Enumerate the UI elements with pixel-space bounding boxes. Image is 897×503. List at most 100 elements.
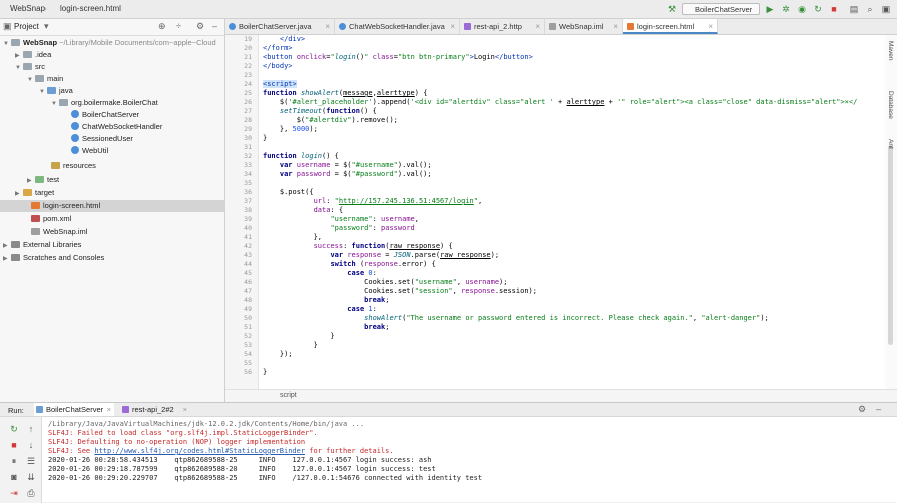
- tree-item[interactable]: pom.xml: [0, 213, 256, 225]
- nav-project[interactable]: WebSnap: [10, 4, 45, 13]
- line-number: 41: [244, 233, 252, 241]
- hide-icon[interactable]: –: [212, 21, 217, 31]
- console-line: 2020-01-26 00:29:20.229707 qtp862689588-…: [48, 474, 482, 483]
- search-everywhere-icon[interactable]: ⌕: [864, 3, 876, 15]
- chevron-down-icon[interactable]: ▾: [44, 21, 49, 32]
- tree-item[interactable]: ▼ WebSnap ~/Library/Mobile Documents/com~…: [0, 37, 228, 49]
- gear-icon[interactable]: ⚙: [196, 21, 204, 32]
- console-text: 2020-01-26 00:29:20.229707 qtp862689588-…: [48, 474, 483, 482]
- stop-icon[interactable]: ■: [9, 440, 19, 450]
- close-icon[interactable]: ×: [325, 19, 330, 34]
- maven-tool-tab[interactable]: Maven: [887, 41, 894, 61]
- tree-item-label: WebSnap.iml: [43, 227, 88, 236]
- tab-chatwebsockethandler[interactable]: ChatWebSocketHandler.java ×: [335, 19, 460, 34]
- run-tab-boilerchatserver[interactable]: BoilerChatServer ×: [34, 403, 114, 416]
- chevron-down-icon[interactable]: ▼: [15, 62, 23, 73]
- tree-item-label: main: [47, 74, 64, 83]
- code-line: data: {: [313, 206, 344, 214]
- hide-icon[interactable]: –: [876, 404, 881, 414]
- chevron-right-icon[interactable]: ▶: [15, 188, 23, 199]
- stop-icon[interactable]: ■: [828, 3, 840, 15]
- close-icon[interactable]: ×: [183, 403, 187, 416]
- tab-login-screen[interactable]: login-screen.html ×: [623, 19, 718, 34]
- tree-item[interactable]: ▼ main: [0, 73, 252, 85]
- close-icon[interactable]: ×: [450, 19, 455, 34]
- line-number: 21: [244, 53, 252, 61]
- project-panel-title[interactable]: Project: [14, 22, 39, 31]
- run-icon[interactable]: ▶: [764, 3, 776, 15]
- run-tab-rest-api[interactable]: rest-api_2#2 ×: [120, 403, 190, 416]
- ant-tool-tab[interactable]: Ant: [887, 139, 894, 149]
- chevron-right-icon[interactable]: ▶: [3, 253, 11, 264]
- line-number: 48: [244, 296, 252, 304]
- tree-item[interactable]: ▶ .idea: [0, 49, 240, 61]
- chevron-down-icon[interactable]: ▼: [51, 98, 59, 109]
- debug-icon[interactable]: ✲: [780, 3, 792, 15]
- pause-icon[interactable]: ⏸: [9, 456, 19, 466]
- code-line: break;: [364, 323, 390, 331]
- tree-item[interactable]: WebSnap.iml: [0, 226, 256, 238]
- console-text: 2020-01-26 00:29:18.787599 qtp862689588-…: [48, 465, 436, 473]
- rerun-icon[interactable]: ↻: [9, 424, 19, 434]
- close-icon[interactable]: ×: [107, 403, 111, 416]
- module-file-icon: [31, 228, 40, 235]
- breadcrumb-item[interactable]: script: [280, 392, 297, 399]
- run-config-select[interactable]: BoilerChatServer: [682, 3, 760, 15]
- tab-rest-api[interactable]: rest-api_2.http ×: [460, 19, 545, 34]
- line-number: 23: [244, 71, 252, 79]
- tree-item[interactable]: ▶ test: [0, 174, 252, 186]
- editor-breadcrumb: script: [225, 389, 897, 402]
- database-tool-tab[interactable]: Database: [887, 91, 894, 119]
- line-number: 26: [244, 98, 252, 106]
- chevron-down-icon[interactable]: ▼: [3, 38, 11, 49]
- hammer-icon[interactable]: ⚒: [666, 3, 678, 15]
- tree-item[interactable]: ▶ External Libraries: [0, 239, 228, 251]
- console-line: SLF4J: See http://www.slf4j.org/codes.ht…: [48, 447, 394, 456]
- close-icon[interactable]: ×: [535, 19, 540, 34]
- chevron-down-icon[interactable]: ▼: [39, 86, 47, 97]
- console-link[interactable]: http://www.slf4j.org/codes.html#StaticLo…: [94, 447, 305, 455]
- tab-boilerchatserver[interactable]: BoilerChatServer.java ×: [225, 19, 335, 34]
- collapse-icon[interactable]: ÷: [176, 21, 181, 31]
- close-icon[interactable]: ×: [708, 19, 713, 34]
- tree-item[interactable]: ▶ target: [0, 187, 240, 199]
- coverage-icon[interactable]: ◉: [796, 3, 808, 15]
- gear-icon[interactable]: ⚙: [858, 404, 866, 415]
- scroll-to-end-icon[interactable]: ⇊: [26, 472, 36, 482]
- maven-file-icon: [31, 215, 40, 222]
- chevron-right-icon[interactable]: ▶: [27, 175, 35, 186]
- rerun-icon[interactable]: ↻: [812, 3, 824, 15]
- tree-item-label: src: [35, 62, 45, 71]
- locate-icon[interactable]: ⊕: [158, 21, 166, 32]
- class-icon: [71, 122, 79, 130]
- line-number: 37: [244, 197, 252, 205]
- code-line: url: "http://157.245.136.51:4567/login",: [313, 197, 483, 205]
- close-icon[interactable]: ×: [613, 19, 618, 34]
- scrollbar-thumb[interactable]: [888, 145, 893, 345]
- tree-item[interactable]: ▼ src: [0, 61, 240, 73]
- nav-file[interactable]: login-screen.html: [60, 4, 121, 13]
- down-arrow-icon[interactable]: ↓: [26, 440, 36, 450]
- print-icon[interactable]: ⎙: [26, 488, 36, 498]
- camera-icon[interactable]: ◙: [9, 472, 19, 482]
- tree-item-selected[interactable]: login-screen.html: [0, 200, 256, 212]
- html-file-icon: [31, 202, 40, 209]
- chevron-right-icon[interactable]: ▶: [15, 50, 23, 61]
- code-editor[interactable]: 19 20 21 22 23 24 25 26 27 28 29 30 31 3…: [225, 35, 885, 389]
- project-structure-icon[interactable]: ▤: [848, 3, 860, 15]
- code-line: <button onclick="login()" class="btn btn…: [263, 53, 533, 61]
- event-log-icon[interactable]: ▣: [880, 3, 892, 15]
- tab-label: BoilerChatServer.java: [239, 22, 312, 31]
- up-arrow-icon[interactable]: ↑: [26, 424, 36, 434]
- code-line: </div>: [279, 35, 306, 43]
- chevron-right-icon[interactable]: ▶: [3, 240, 11, 251]
- tab-websnap-iml[interactable]: WebSnap.iml ×: [545, 19, 623, 34]
- soft-wrap-icon[interactable]: ☰: [26, 456, 36, 466]
- exit-icon[interactable]: ⇥: [9, 488, 19, 498]
- chevron-down-icon[interactable]: ▼: [27, 74, 35, 85]
- line-number: 43: [244, 251, 252, 259]
- run-tab-label: rest-api_2#2: [132, 405, 174, 414]
- line-number: 19: [244, 35, 252, 43]
- tab-label: ChatWebSocketHandler.java: [349, 22, 445, 31]
- tree-item[interactable]: ▶ Scratches and Consoles: [0, 252, 228, 264]
